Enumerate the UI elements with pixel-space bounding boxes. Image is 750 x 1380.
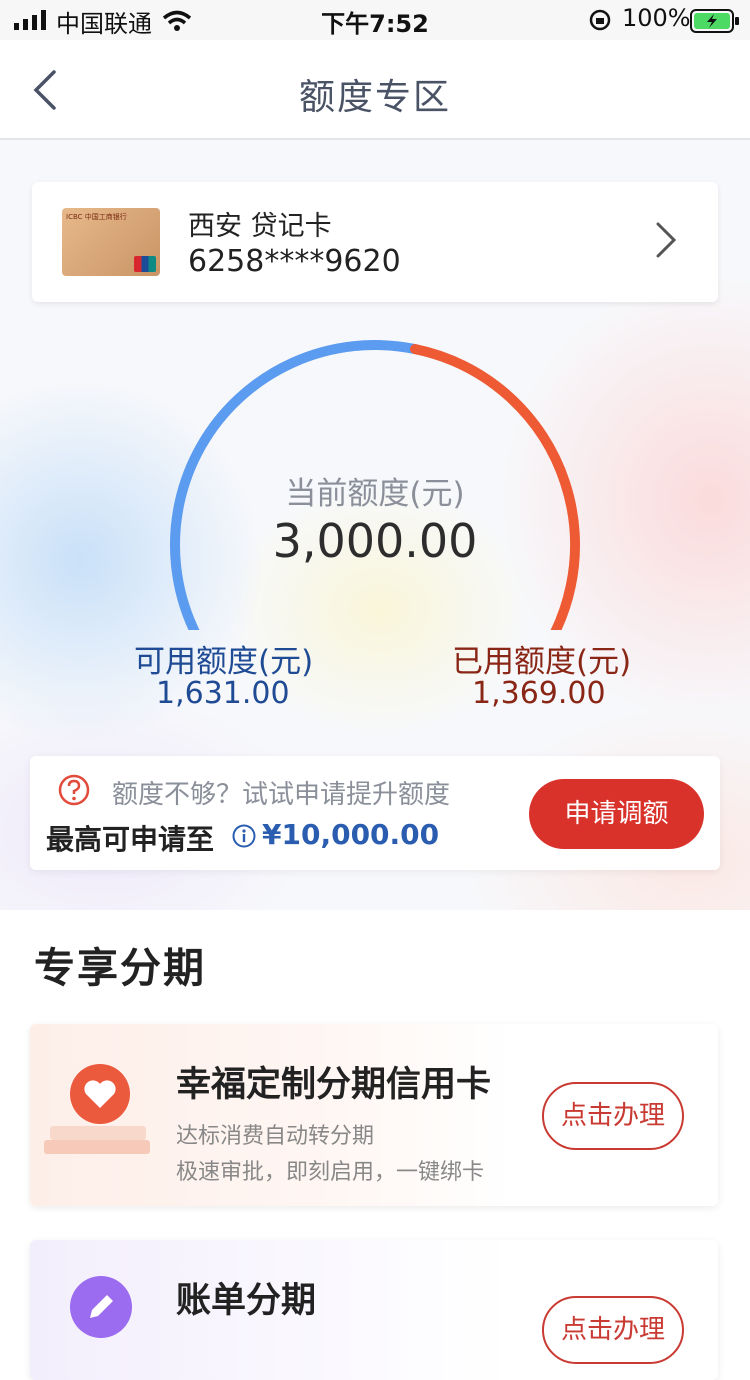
- product-subtitle: 极速审批，即刻启用，一键绑卡: [176, 1160, 485, 1185]
- card-number: 6258****9620: [188, 244, 401, 279]
- product-title: 账单分期: [176, 1281, 317, 1321]
- info-icon[interactable]: [232, 824, 256, 848]
- raise-quota-panel: 额度不够？试试申请提升额度 最高可申请至 ¥10,000.00 申请调额: [30, 756, 720, 870]
- question-icon: [58, 774, 90, 806]
- card-name: 西安 贷记卡: [188, 211, 332, 242]
- page-title: 额度专区: [298, 77, 451, 118]
- card-selector[interactable]: ICBC 中国工商银行 西安 贷记卡 6258****9620: [32, 182, 718, 302]
- nav-bar: 额度专区: [0, 40, 750, 140]
- used-quota-value: 1,369.00: [472, 676, 606, 711]
- battery-icon: [690, 9, 739, 33]
- orientation-lock-icon: [589, 9, 611, 31]
- current-quota-label: 当前额度(元): [285, 476, 465, 512]
- status-bar: 中国联通 下午7:52 100%: [0, 0, 750, 40]
- current-quota-value: 3,000.00: [272, 514, 478, 568]
- apply-happiness-card-button[interactable]: 点击办理: [542, 1082, 684, 1150]
- section-title: 专享分期: [34, 944, 206, 992]
- apply-bill-installment-button[interactable]: 点击办理: [542, 1296, 684, 1364]
- battery-percent: 100%: [622, 4, 691, 32]
- pencil-icon: [70, 1276, 132, 1338]
- available-quota-value: 1,631.00: [156, 676, 290, 711]
- heart-icon: [44, 1064, 150, 1154]
- used-quota-label: 已用额度(元): [452, 644, 632, 680]
- product-card-bill-installment[interactable]: 账单分期 点击办理: [30, 1240, 718, 1380]
- unionpay-logo: [134, 256, 156, 272]
- product-subtitle: 达标消费自动转分期: [176, 1124, 375, 1149]
- available-quota-label: 可用额度(元): [134, 644, 314, 680]
- raise-prompt: 额度不够？试试申请提升额度: [112, 780, 451, 810]
- product-title: 幸福定制分期信用卡: [176, 1065, 492, 1105]
- card-image: ICBC 中国工商银行: [62, 208, 160, 276]
- product-card-happiness[interactable]: 幸福定制分期信用卡 达标消费自动转分期 极速审批，即刻启用，一键绑卡 点击办理: [30, 1024, 718, 1206]
- apply-adjust-button[interactable]: 申请调额: [529, 779, 704, 849]
- chevron-right-icon: [656, 222, 677, 258]
- max-quota-value: ¥10,000.00: [262, 818, 440, 851]
- max-quota-label: 最高可申请至: [46, 823, 215, 856]
